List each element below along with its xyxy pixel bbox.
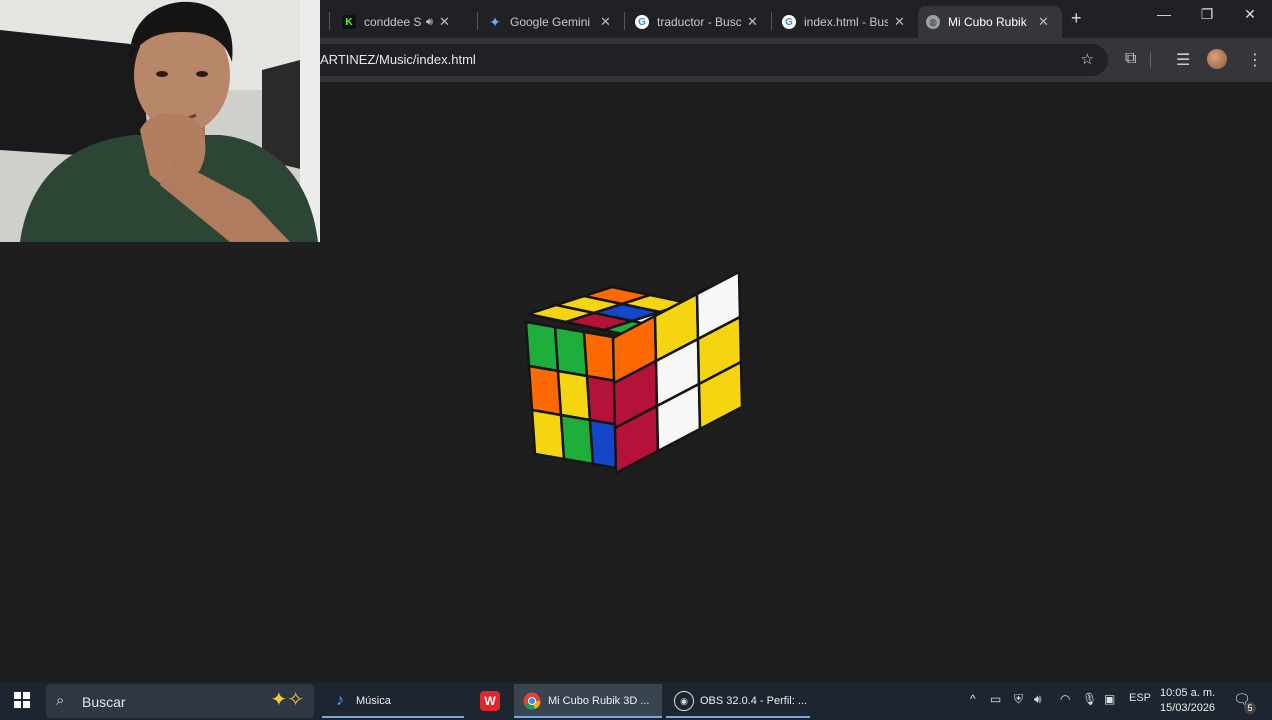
tab-label: index.html - Busc (804, 15, 888, 29)
obs-icon: ◉ (674, 691, 694, 711)
cube-front-sticker (556, 369, 592, 422)
close-tab-icon[interactable]: ✕ (894, 14, 905, 30)
restore-button[interactable]: ❐ (1192, 6, 1222, 23)
cube-front-sticker (559, 413, 595, 466)
gemini-icon: ✦ (489, 13, 501, 30)
taskbar-app-chrome[interactable]: Mi Cubo Rubik 3D ... (514, 684, 662, 718)
google-icon: G (782, 15, 796, 29)
cube-front-sticker (553, 325, 589, 378)
music-icon: ♪ (336, 692, 344, 709)
taskbar-app-musica[interactable]: ♪ Música (322, 684, 464, 718)
speaker-icon[interactable]: 🔊︎ (426, 16, 433, 29)
wps-office-icon: W (480, 691, 500, 711)
toolbar-divider (1150, 52, 1151, 68)
wifi-icon[interactable]: ◠ (1060, 692, 1070, 706)
kick-icon: K (342, 15, 356, 29)
active-indicator (666, 716, 810, 718)
tab-index-html[interactable]: G index.html - Busc ✕ (774, 6, 914, 38)
tab-mi-cubo-rubik[interactable]: ◍ Mi Cubo Rubik ✕ (918, 6, 1062, 38)
chrome-icon (522, 691, 542, 711)
windows-taskbar: ⌕ Buscar ✦✧ ♪ Música W Mi Cubo Rubik 3D … (0, 682, 1272, 720)
taskbar-app-obs[interactable]: ◉ OBS 32.0.4 - Perfil: ... (666, 684, 810, 718)
tab-label: Mi Cubo Rubik (948, 15, 1027, 29)
tab-label: Google Gemini (510, 15, 591, 29)
security-icon[interactable]: ⛨ (1014, 692, 1023, 707)
copilot-sparkle-icon[interactable]: ✦✧ (270, 687, 304, 712)
cube-front-sticker (527, 364, 563, 417)
new-tab-button[interactable]: + (1071, 8, 1082, 29)
tab-separator (477, 12, 478, 30)
bookmark-star-icon[interactable]: ☆ (1081, 50, 1094, 68)
taskbar-app-wps[interactable]: W (472, 684, 508, 718)
globe-icon: ◍ (926, 15, 940, 29)
extensions-icon[interactable]: ⧉ (1125, 50, 1136, 68)
clock-time: 10:05 a. m. (1160, 687, 1216, 699)
webcam-overlay (0, 0, 320, 242)
tab-separator (624, 12, 625, 30)
active-indicator (322, 716, 464, 718)
tray-overflow-icon[interactable]: ^ (970, 692, 976, 706)
volume-icon[interactable]: 🔊︎ (1034, 692, 1042, 707)
screen: K conddee Str 🔊︎ ✕ ✦ Google Gemini ✕ G t… (0, 0, 1272, 720)
webcam-person-image (0, 0, 320, 242)
search-icon: ⌕ (56, 692, 65, 709)
cube-front-sticker (524, 320, 560, 373)
cube-front-sticker (530, 408, 566, 461)
profile-avatar[interactable] (1207, 49, 1227, 69)
close-tab-icon[interactable]: ✕ (1038, 14, 1049, 30)
windows-start-icon[interactable] (14, 692, 30, 713)
clock-date: 15/03/2026 (1160, 702, 1216, 714)
taskbar-app-label: Mi Cubo Rubik 3D ... (548, 695, 650, 707)
taskbar-search-box[interactable]: ⌕ Buscar ✦✧ (46, 684, 314, 718)
tab-traductor[interactable]: G traductor - Busc ✕ (627, 6, 767, 38)
url-text[interactable]: ARTINEZ/Music/index.html (320, 52, 476, 67)
tab-label: traductor - Busc (657, 15, 741, 29)
menu-kebab-icon[interactable]: ⋮ (1247, 50, 1263, 70)
display-icon[interactable]: ▣ (1104, 692, 1115, 706)
close-tab-icon[interactable]: ✕ (439, 14, 450, 30)
tab-separator (771, 12, 772, 30)
active-indicator (514, 716, 662, 718)
tab-separator (329, 12, 330, 30)
tab-conddee[interactable]: K conddee Str 🔊︎ ✕ (334, 6, 474, 38)
search-placeholder: Buscar (82, 694, 126, 710)
tab-label: conddee Str (364, 15, 422, 29)
system-clock[interactable]: 10:05 a. m. 15/03/2026 (1160, 686, 1215, 716)
language-indicator[interactable]: ESP (1129, 692, 1151, 704)
taskbar-app-label: Música (356, 695, 391, 707)
tab-google-gemini[interactable]: ✦ Google Gemini ✕ (480, 6, 620, 38)
reading-list-icon[interactable]: ☰ (1176, 50, 1190, 70)
taskbar-app-label: OBS 32.0.4 - Perfil: ... (700, 695, 807, 707)
minimize-button[interactable]: — (1149, 6, 1179, 22)
google-icon: G (635, 15, 649, 29)
notification-count-badge: 5 (1244, 702, 1256, 714)
address-bar[interactable]: ARTINEZ/Music/index.html ☆ (300, 44, 1108, 76)
battery-icon[interactable]: ▭ (990, 692, 1001, 706)
microphone-icon[interactable]: 🎙︎ (1082, 692, 1097, 706)
close-tab-icon[interactable]: ✕ (747, 14, 758, 30)
close-tab-icon[interactable]: ✕ (600, 14, 611, 30)
close-window-button[interactable]: ✕ (1235, 6, 1265, 23)
cube-front-sticker (582, 330, 618, 383)
